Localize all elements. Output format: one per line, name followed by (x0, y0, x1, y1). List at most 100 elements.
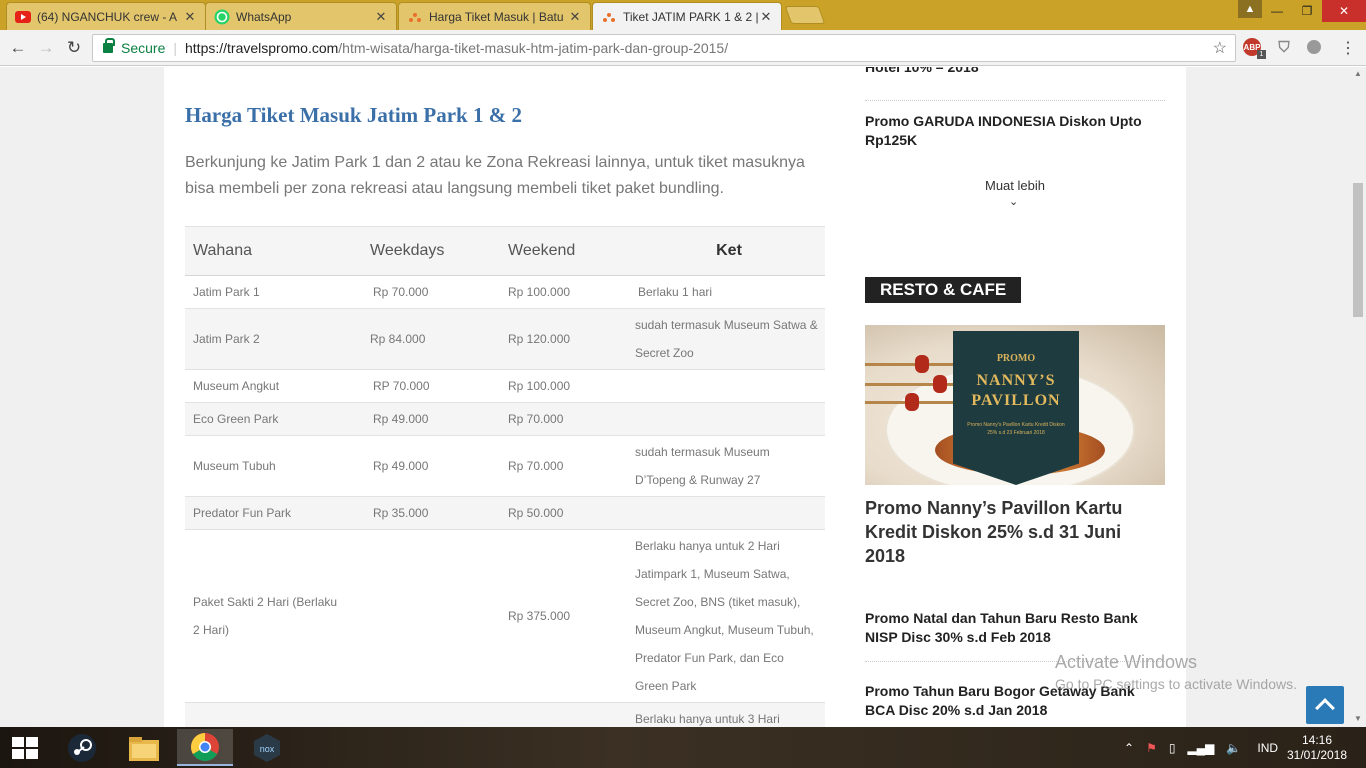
table-row: Jatim Park 2 Rp 84.000 Rp 120.000 sudah … (185, 308, 825, 370)
price-table: Wahana Weekdays Weekend Ket Jatim Park 1… (185, 226, 825, 727)
meat-shape (905, 393, 919, 411)
sidebar-link-partial[interactable]: Hotel 10% – 2018 (865, 67, 1165, 77)
badge-restaurant-name: NANNY’S PAVILLON (971, 372, 1061, 409)
cell-wahana: Jatim Park 1 (185, 275, 362, 309)
close-tab-icon[interactable]: ✕ (183, 9, 197, 25)
shield-icon[interactable]: ⛉ (1275, 38, 1293, 56)
promo-image[interactable]: PROMO NANNY’S PAVILLON Promo Nanny's Pav… (865, 325, 1165, 485)
table-row: Museum Tubuh Rp 49.000 Rp 70.000 sudah t… (185, 435, 825, 497)
chrome-icon[interactable] (177, 729, 233, 766)
meat-shape (915, 355, 929, 373)
forward-icon[interactable]: → (36, 38, 56, 58)
sidebar-link-natal[interactable]: Promo Natal dan Tahun Baru Resto Bank NI… (865, 609, 1165, 647)
file-explorer-icon[interactable] (116, 729, 172, 766)
device-icon[interactable]: ▯ (1169, 741, 1176, 755)
cell-ket (625, 369, 825, 403)
featured-promo-title[interactable]: Promo Nanny’s Pavillon Kartu Kredit Disk… (865, 496, 1165, 568)
profile-icon[interactable]: ▲ (1238, 0, 1262, 18)
cell-wahana: Museum Angkut (185, 369, 362, 403)
cell-ket: Berlaku hanya untuk 2 Hari Jatimpark 1, … (625, 529, 825, 703)
close-tab-icon[interactable]: ✕ (759, 9, 773, 25)
chevron-down-icon[interactable]: ⌄ (1009, 195, 1018, 208)
cell-wahana: Predator Fun Park (185, 496, 362, 530)
nox-icon[interactable]: nox (239, 729, 295, 766)
minimize-icon[interactable]: — (1262, 0, 1292, 22)
menu-icon[interactable]: ⋮ (1338, 38, 1358, 58)
tab-jatim-park[interactable]: Tiket JATIM PARK 1 & 2 | ✕ (592, 2, 782, 30)
url-path: /htm-wisata/harga-tiket-masuk-htm-jatim-… (338, 40, 729, 56)
close-tab-icon[interactable]: ✕ (568, 9, 582, 25)
table-row: Berlaku hanya untuk 3 Hari (185, 702, 825, 727)
table-row: Museum Angkut RP 70.000 Rp 100.000 (185, 369, 825, 403)
cell-weekdays (362, 529, 500, 703)
url-host: https://travelspromo.com (185, 40, 339, 56)
section-title: RESTO & CAFE (865, 277, 1022, 303)
tab-title: Harga Tiket Masuk | Batu (429, 9, 564, 24)
windows-start-icon[interactable] (12, 737, 38, 759)
article-heading: Harga Tiket Masuk Jatim Park 1 & 2 (185, 103, 522, 127)
clock[interactable]: 14:16 31/01/2018 (1282, 733, 1352, 763)
cell-wahana: Eco Green Park (185, 402, 362, 436)
address-bar[interactable]: Secure | https://travelspromo.com/htm-wi… (92, 34, 1236, 62)
cell-wahana: Jatim Park 2 (185, 308, 362, 370)
tab-harga-tiket[interactable]: Harga Tiket Masuk | Batu ✕ (398, 2, 591, 30)
cell-weekend: Rp 70.000 (500, 435, 625, 497)
cell-weekend (500, 702, 625, 727)
scrollbar-thumb[interactable] (1353, 183, 1363, 317)
reload-icon[interactable]: ↻ (64, 38, 84, 58)
tray-expand-icon[interactable]: ⌃ (1124, 741, 1134, 755)
steam-icon[interactable] (54, 729, 110, 766)
badge-promo-label: PROMO (996, 353, 1036, 364)
tab-youtube[interactable]: (64) NGANCHUK crew - A ✕ (6, 2, 206, 30)
scroll-up-icon[interactable]: ▲ (1350, 67, 1366, 81)
new-tab-button[interactable] (784, 6, 826, 24)
back-to-top-button[interactable] (1306, 686, 1344, 724)
table-row: Paket Sakti 2 Hari (Berlaku 2 Hari) Rp 3… (185, 529, 825, 703)
promo-badge: PROMO NANNY’S PAVILLON Promo Nanny's Pav… (953, 331, 1079, 485)
tab-whatsapp[interactable]: WhatsApp ✕ (205, 2, 397, 30)
divider (865, 100, 1165, 101)
separator: | (173, 40, 177, 56)
language-indicator[interactable]: IND (1257, 741, 1278, 755)
tab-title: Tiket JATIM PARK 1 & 2 | (623, 9, 759, 24)
system-tray: ⌃ ⚑ ▯ ▂▄▆ 🔈 IND (1124, 727, 1278, 768)
cell-weekend: Rp 100.000 (500, 275, 625, 309)
cell-weekend: Rp 70.000 (500, 402, 625, 436)
watermark-line1: Activate Windows (1055, 652, 1198, 672)
back-icon[interactable]: ← (8, 38, 28, 58)
meat-shape (933, 375, 947, 393)
cell-weekdays: Rp 35.000 (362, 496, 500, 530)
clock-date: 31/01/2018 (1286, 748, 1348, 762)
sidebar-link-garuda[interactable]: Promo GARUDA INDONESIA Diskon Upto Rp125… (865, 112, 1165, 150)
load-more-button[interactable]: Muat lebih (865, 178, 1165, 193)
cell-weekend: Rp 120.000 (500, 308, 625, 370)
window-controls: — ❐ ✕ (1262, 0, 1366, 22)
cell-ket: Berlaku hanya untuk 3 Hari (625, 702, 825, 727)
header-ket: Ket (625, 226, 825, 276)
close-window-icon[interactable]: ✕ (1322, 0, 1366, 22)
cell-weekend: Rp 375.000 (500, 529, 625, 703)
bookmark-star-icon[interactable]: ☆ (1213, 38, 1227, 58)
volume-icon[interactable]: 🔈 (1226, 741, 1241, 755)
scroll-down-icon[interactable]: ▼ (1350, 712, 1366, 726)
network-flag-icon[interactable]: ⚑ (1146, 741, 1157, 755)
badge-subtext: Promo Nanny's Pavillon Kartu Kredit Disk… (967, 422, 1065, 436)
cell-wahana: Museum Tubuh (185, 435, 362, 497)
header-weekdays: Weekdays (362, 226, 500, 276)
extension-icon[interactable] (1307, 40, 1321, 54)
site-icon (407, 9, 423, 25)
article-intro: Berkunjung ke Jatim Park 1 dan 2 atau ke… (185, 154, 805, 197)
tab-title: (64) NGANCHUK crew - A (37, 9, 178, 24)
browser-toolbar: ← → ↻ Secure | https://travelspromo.com /… (0, 30, 1366, 66)
cell-ket: sudah termasuk Museum Satwa & Secret Zoo (625, 308, 825, 370)
svg-text:nox: nox (260, 744, 275, 754)
table-row: Jatim Park 1 Rp 70.000 Rp 100.000 Berlak… (185, 275, 825, 309)
cell-ket (625, 496, 825, 530)
tab-strip: (64) NGANCHUK crew - A ✕ WhatsApp ✕ Harg… (0, 0, 1366, 30)
page-scrollbar[interactable]: ▲ ▼ (1350, 67, 1366, 727)
whatsapp-icon (214, 9, 230, 25)
maximize-icon[interactable]: ❐ (1292, 0, 1322, 22)
chevron-up-icon (1315, 698, 1335, 718)
close-tab-icon[interactable]: ✕ (374, 9, 388, 25)
signal-icon[interactable]: ▂▄▆ (1187, 741, 1214, 755)
